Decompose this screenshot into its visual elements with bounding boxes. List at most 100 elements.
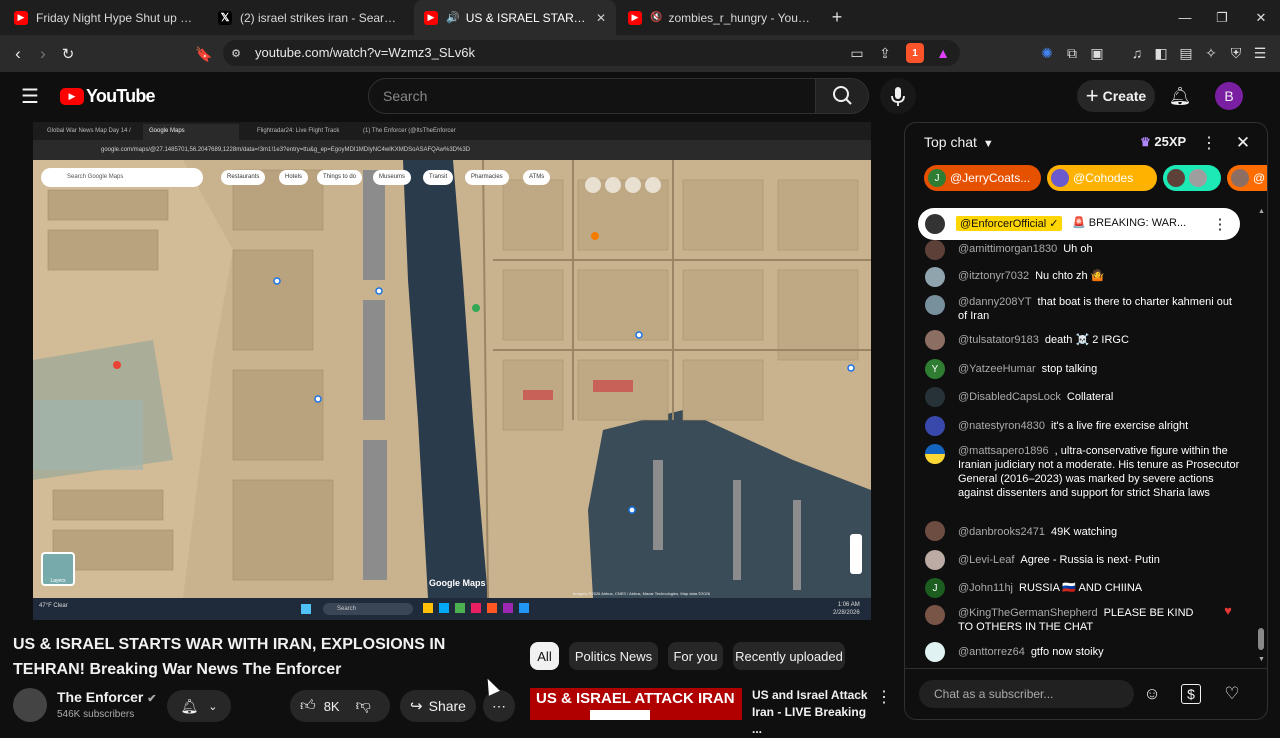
dislike-icon[interactable]: 👎︎ bbox=[356, 697, 371, 715]
sidebar-icon[interactable]: ◧ bbox=[1152, 44, 1170, 62]
share-button[interactable]: ↪ Share bbox=[400, 690, 476, 722]
gifter-chip[interactable]: @Cohodes bbox=[1047, 165, 1157, 191]
forward-icon[interactable]: › bbox=[31, 42, 55, 66]
gifter-name: @Cohodes bbox=[1073, 171, 1134, 185]
filter-chip-recently-uploaded[interactable]: Recently uploaded bbox=[733, 642, 845, 670]
chat-avatar[interactable] bbox=[925, 416, 945, 436]
back-icon[interactable]: ‹ bbox=[6, 42, 30, 66]
chat-author[interactable]: @DisabledCapsLock bbox=[958, 391, 1061, 403]
search-input[interactable] bbox=[368, 78, 816, 114]
site-info-icon[interactable]: ⚙ bbox=[228, 45, 244, 61]
account-avatar[interactable]: B bbox=[1215, 82, 1243, 110]
heart-outline-icon[interactable]: ♡ bbox=[1222, 684, 1242, 704]
chat-author[interactable]: @amittimorgan1830 bbox=[958, 243, 1057, 255]
scroll-thumb[interactable] bbox=[1258, 628, 1264, 650]
close-chat-icon[interactable]: ✕ bbox=[1233, 133, 1253, 153]
create-button[interactable]: + Create bbox=[1077, 80, 1155, 112]
chat-avatar[interactable] bbox=[925, 521, 945, 541]
chat-avatar[interactable] bbox=[925, 330, 945, 350]
chat-author[interactable]: @itztonyr7032 bbox=[958, 270, 1029, 282]
maximize-icon[interactable]: ❐ bbox=[1203, 0, 1241, 35]
more-options-icon[interactable]: ⋮ bbox=[876, 688, 892, 706]
share-page-icon[interactable]: ⇪ bbox=[876, 44, 894, 62]
speaker-icon[interactable]: 🔊 bbox=[446, 11, 460, 24]
chat-avatar[interactable] bbox=[925, 267, 945, 287]
browser-tab-1[interactable]: ▶ Friday Night Hype Shut up about tor bbox=[4, 0, 208, 35]
wallet-icon[interactable]: ▤ bbox=[1177, 44, 1195, 62]
url-text[interactable]: youtube.com/watch?v=Wzmz3_SLv6k bbox=[255, 45, 475, 60]
hamburger-menu-icon[interactable]: ☰ bbox=[18, 85, 42, 108]
browser-tab-4[interactable]: ▶ 🔇 zombies_r_hungry - YouTube bbox=[618, 0, 822, 35]
cast-icon[interactable]: ▭ bbox=[848, 44, 866, 62]
xp-badge[interactable]: ♛ 25XP bbox=[1140, 134, 1186, 152]
filter-chip-all[interactable]: All bbox=[530, 642, 559, 670]
chat-author[interactable]: @anttorrez64 bbox=[958, 646, 1025, 658]
filter-chip-politics-news[interactable]: Politics News bbox=[569, 642, 658, 670]
chat-author[interactable]: @John11hj bbox=[958, 582, 1013, 594]
extensions-puzzle-icon[interactable]: ⧉ bbox=[1063, 44, 1081, 62]
chat-author[interactable]: @natestyron4830 bbox=[958, 420, 1045, 432]
media-icon[interactable]: ♫ bbox=[1128, 44, 1146, 62]
plus-icon: + bbox=[1085, 83, 1099, 108]
chat-author[interactable]: @danny208YT bbox=[958, 296, 1032, 308]
chat-avatar[interactable] bbox=[925, 387, 945, 407]
chat-avatar[interactable]: Y bbox=[925, 359, 945, 379]
chat-avatar[interactable] bbox=[925, 550, 945, 570]
chat-avatar[interactable] bbox=[925, 240, 945, 260]
youtube-logo[interactable]: ▶ YouTube bbox=[60, 86, 156, 107]
chat-author[interactable]: @YatzeeHumar bbox=[958, 363, 1036, 375]
extension-icon[interactable]: ✺ bbox=[1038, 44, 1056, 62]
like-icon[interactable]: 👍︎ bbox=[300, 697, 316, 715]
chat-author[interactable]: @mattsapero1896 bbox=[958, 445, 1049, 457]
taskbar-apps bbox=[423, 603, 603, 615]
chat-author[interactable]: @KingTheGermanShepherd bbox=[958, 607, 1098, 619]
chat-avatar[interactable] bbox=[925, 642, 945, 662]
pinned-author[interactable]: @EnforcerOfficial ✓ bbox=[956, 216, 1063, 231]
super-chat-icon[interactable]: $ bbox=[1181, 684, 1201, 704]
gifter-chip[interactable] bbox=[1163, 165, 1221, 191]
chat-mode-selector[interactable]: Top chat ▼ bbox=[924, 134, 994, 150]
scroll-up-icon[interactable]: ▲ bbox=[1258, 208, 1265, 215]
new-tab-button[interactable]: + bbox=[826, 6, 848, 28]
close-tab-icon[interactable]: ✕ bbox=[596, 11, 606, 25]
chat-avatar[interactable]: J bbox=[925, 578, 945, 598]
chat-author[interactable]: @tulsatator9183 bbox=[958, 334, 1039, 346]
browser-tab-3-active[interactable]: ▶ 🔊 US & ISRAEL STARTS WAR WI ✕ bbox=[414, 0, 616, 35]
brave-shields-icon[interactable]: 1 bbox=[906, 43, 924, 63]
notification-bell-button[interactable]: 🔔︎ ⌄ bbox=[167, 690, 231, 722]
chat-author[interactable]: @Levi-Leaf bbox=[958, 554, 1014, 566]
gifter-chip[interactable]: J @JerryCoats... bbox=[924, 165, 1041, 191]
notifications-bell-icon[interactable]: 🔔︎ bbox=[1168, 84, 1192, 108]
browser-tab-2[interactable]: 𝕏 (2) israel strikes iran - Search / X bbox=[208, 0, 412, 35]
video-player[interactable]: Global War News Map Day 14 / X Google Ma… bbox=[33, 122, 871, 620]
search-button[interactable] bbox=[815, 78, 869, 114]
leo-ai-icon[interactable]: ✧ bbox=[1202, 44, 1220, 62]
screenshot-icon[interactable]: ▣ bbox=[1088, 44, 1106, 62]
like-count[interactable]: 8K bbox=[324, 699, 340, 714]
pinned-more-icon[interactable]: ⋮ bbox=[1212, 214, 1228, 234]
voice-search-button[interactable] bbox=[880, 78, 916, 114]
chat-scrollbar[interactable]: ▲ ▼ bbox=[1258, 208, 1265, 663]
chat-author[interactable]: @danbrooks2471 bbox=[958, 526, 1045, 538]
muted-speaker-icon[interactable]: 🔇 bbox=[650, 12, 662, 23]
menu-icon[interactable]: ☰ bbox=[1251, 44, 1269, 62]
chat-avatar[interactable] bbox=[925, 444, 945, 464]
reload-icon[interactable]: ↻ bbox=[56, 42, 80, 66]
recommended-title[interactable]: US and Israel Attack Iran - LIVE Breakin… bbox=[752, 687, 872, 738]
scroll-down-icon[interactable]: ▼ bbox=[1258, 656, 1265, 663]
filter-chip-for-you[interactable]: For you bbox=[668, 642, 723, 670]
bookmark-icon[interactable]: 🔖 bbox=[192, 42, 216, 66]
youtube-logo-text: YouTube bbox=[86, 86, 156, 106]
channel-avatar[interactable] bbox=[13, 688, 47, 722]
chat-input[interactable]: Chat as a subscriber... bbox=[919, 680, 1134, 708]
emoji-icon[interactable]: ☺ bbox=[1142, 684, 1162, 704]
close-window-icon[interactable]: ✕ bbox=[1242, 0, 1280, 35]
minimize-icon[interactable]: — bbox=[1166, 0, 1204, 35]
vpn-icon[interactable]: ⛨ bbox=[1227, 44, 1245, 62]
channel-name[interactable]: The Enforcer ✔ bbox=[57, 689, 156, 705]
chat-avatar[interactable] bbox=[925, 295, 945, 315]
chat-more-icon[interactable]: ⋮ bbox=[1200, 133, 1218, 153]
chat-avatar[interactable] bbox=[925, 605, 945, 625]
gifter-chip[interactable]: @ bbox=[1227, 165, 1267, 191]
brave-rewards-icon[interactable]: ▲ bbox=[934, 44, 952, 62]
